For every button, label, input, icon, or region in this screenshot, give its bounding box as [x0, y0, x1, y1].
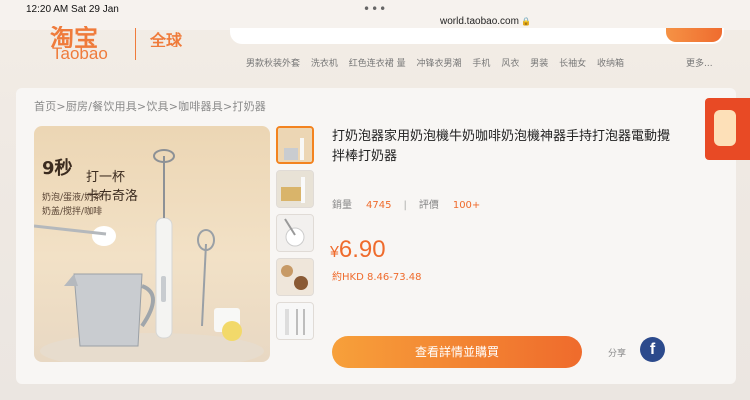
- thumbnail-image: [278, 128, 312, 162]
- view-details-buy-button[interactable]: 查看詳情並購買: [332, 336, 582, 368]
- more-link[interactable]: 更多...: [686, 56, 713, 69]
- thumbnail-image: [277, 259, 313, 295]
- thumbnail-image: [277, 171, 313, 207]
- product-main-image[interactable]: 9秒 打一杯 卡布奇洛 奶泡/蛋液/奶茶 奶盖/搅拌/咖啡: [34, 126, 270, 362]
- hot-word-link[interactable]: 收纳箱: [597, 59, 624, 69]
- thumbnail[interactable]: [276, 302, 314, 340]
- hot-word-link[interactable]: 男装: [530, 59, 548, 69]
- hot-word-link[interactable]: 风衣: [501, 59, 519, 69]
- more-dots-icon[interactable]: •••: [363, 2, 387, 16]
- taobao-logo-en[interactable]: Taobao: [52, 44, 108, 64]
- stats-separator: |: [403, 200, 407, 211]
- global-label: 全球: [150, 31, 183, 47]
- side-promo-banner[interactable]: [705, 98, 750, 160]
- product-title[interactable]: 打奶泡器家用奶泡機牛奶咖啡奶泡機神器手持打泡器電動攪拌棒打奶器: [332, 127, 672, 167]
- reviews-count[interactable]: 100+: [453, 200, 480, 211]
- search-input[interactable]: [230, 28, 724, 44]
- thumbnail-image: [277, 303, 313, 339]
- facebook-icon[interactable]: f: [640, 337, 665, 362]
- hot-words: 男款秋装外套 洗衣机 红色连衣裙 量 冲锋衣男潮 手机 风衣 男装 长袖女 收纳…: [246, 56, 632, 69]
- hot-word-link[interactable]: 手机: [472, 59, 490, 69]
- thumbnail[interactable]: [276, 126, 314, 164]
- image-text-line: 打一杯: [86, 170, 126, 185]
- sales-count: 4745: [366, 200, 392, 211]
- hot-word-link[interactable]: 洗衣机: [311, 59, 338, 69]
- hot-word-link[interactable]: 冲锋衣男潮: [417, 59, 462, 69]
- thumbnail[interactable]: [276, 258, 314, 296]
- hkd-price: 約HKD 8.46-73.48: [332, 272, 422, 283]
- product-stats: 銷量 4745 | 評價 100+: [332, 196, 480, 211]
- logo-divider: [135, 28, 136, 60]
- hot-word-link[interactable]: 长袖女: [559, 59, 586, 69]
- sales-label: 銷量: [332, 200, 352, 211]
- price-value: 6.90: [338, 236, 386, 263]
- image-feature-line: 奶泡/蛋液/奶茶: [42, 193, 103, 203]
- hot-word-link[interactable]: 红色连衣裙 量: [349, 59, 406, 69]
- share-label: 分享: [608, 349, 627, 359]
- thumbnail-image: [277, 215, 313, 251]
- image-headline: 9秒: [42, 158, 73, 179]
- hot-word-link[interactable]: 男款秋装外套: [246, 59, 300, 69]
- product-price: ¥6.90: [330, 236, 386, 264]
- thumbnail-list: [276, 126, 314, 346]
- status-time: 12:20 AM Sat 29 Jan: [26, 4, 119, 15]
- currency-symbol: ¥: [330, 244, 339, 261]
- image-feature-line: 奶盖/搅拌/咖啡: [42, 207, 103, 217]
- thumbnail[interactable]: [276, 214, 314, 252]
- search-button[interactable]: [666, 28, 722, 42]
- breadcrumb[interactable]: 首页>厨房/餐饮用具>饮具>咖啡器具>打奶器: [34, 98, 266, 114]
- reviews-label: 評價: [418, 200, 439, 211]
- thumbnail[interactable]: [276, 170, 314, 208]
